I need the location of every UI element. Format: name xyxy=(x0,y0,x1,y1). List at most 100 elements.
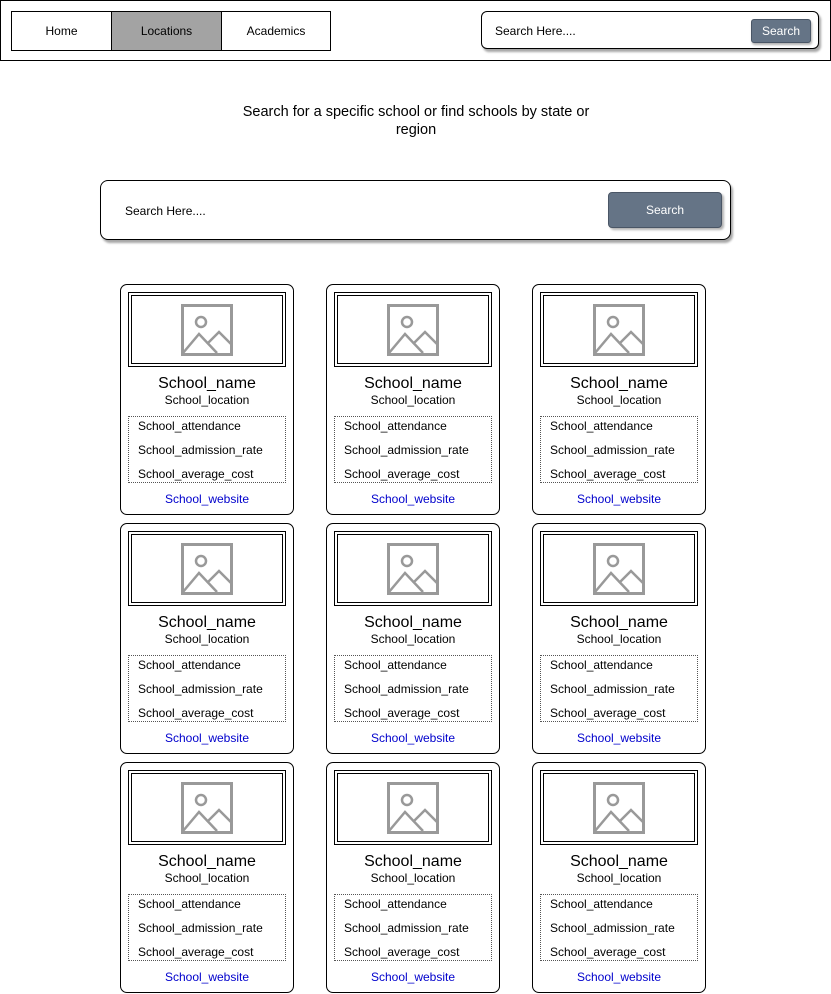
school-name: School_name xyxy=(158,614,256,631)
school-stats: School_attendance School_admission_rate … xyxy=(128,416,286,483)
school-location: School_location xyxy=(164,393,250,407)
school-website-link[interactable]: School_website xyxy=(533,731,705,745)
school-admission-rate: School_admission_rate xyxy=(138,443,263,457)
school-stats: School_attendance School_admission_rate … xyxy=(334,894,492,961)
header-search-box[interactable]: Search Here.... Search xyxy=(481,11,819,49)
image-placeholder-icon xyxy=(593,781,645,834)
school-admission-rate: School_admission_rate xyxy=(550,682,675,696)
main-search-input[interactable]: Search Here.... xyxy=(125,204,206,218)
school-average-cost: School_average_cost xyxy=(550,706,666,720)
nav-tabs: Home Locations Academics xyxy=(11,11,331,51)
school-name: School_name xyxy=(570,614,668,631)
image-placeholder-icon xyxy=(181,781,233,834)
image-placeholder-icon xyxy=(593,303,645,356)
school-image xyxy=(334,770,492,845)
school-website-link[interactable]: School_website xyxy=(533,970,705,984)
school-average-cost: School_average_cost xyxy=(550,467,666,481)
school-image xyxy=(128,531,286,606)
school-name: School_name xyxy=(364,614,462,631)
school-card[interactable]: School_name School_location School_atten… xyxy=(120,762,294,993)
school-attendance: School_attendance xyxy=(550,897,653,911)
school-location: School_location xyxy=(576,871,662,885)
school-website-link[interactable]: School_website xyxy=(327,492,499,506)
school-attendance: School_attendance xyxy=(550,419,653,433)
image-placeholder-icon xyxy=(181,542,233,595)
school-name: School_name xyxy=(364,375,462,392)
school-average-cost: School_average_cost xyxy=(138,706,254,720)
school-location: School_location xyxy=(576,393,662,407)
school-stats: School_attendance School_admission_rate … xyxy=(540,894,698,961)
school-stats: School_attendance School_admission_rate … xyxy=(334,416,492,483)
school-website-link[interactable]: School_website xyxy=(327,731,499,745)
school-attendance: School_attendance xyxy=(344,658,447,672)
school-admission-rate: School_admission_rate xyxy=(138,682,263,696)
school-card[interactable]: School_name School_location School_atten… xyxy=(532,523,706,754)
school-website-link[interactable]: School_website xyxy=(533,492,705,506)
school-location: School_location xyxy=(370,632,456,646)
school-image xyxy=(334,292,492,367)
school-website-link[interactable]: School_website xyxy=(121,970,293,984)
school-card-grid: School_name School_location School_atten… xyxy=(120,284,707,993)
school-average-cost: School_average_cost xyxy=(550,945,666,959)
top-navigation-bar: Home Locations Academics Search Here....… xyxy=(0,0,831,61)
school-location: School_location xyxy=(164,871,250,885)
school-card[interactable]: School_name School_location School_atten… xyxy=(532,762,706,993)
school-average-cost: School_average_cost xyxy=(344,467,460,481)
header-search-button[interactable]: Search xyxy=(751,19,811,43)
school-stats: School_attendance School_admission_rate … xyxy=(334,655,492,722)
school-website-link[interactable]: School_website xyxy=(121,492,293,506)
school-image xyxy=(540,292,698,367)
school-website-link[interactable]: School_website xyxy=(121,731,293,745)
image-placeholder-icon xyxy=(593,542,645,595)
tab-home[interactable]: Home xyxy=(12,12,111,50)
school-card[interactable]: School_name School_location School_atten… xyxy=(532,284,706,515)
school-stats: School_attendance School_admission_rate … xyxy=(128,655,286,722)
school-card[interactable]: School_name School_location School_atten… xyxy=(120,284,294,515)
school-admission-rate: School_admission_rate xyxy=(344,443,469,457)
tab-locations[interactable]: Locations xyxy=(111,12,221,50)
school-location: School_location xyxy=(370,871,456,885)
image-placeholder-icon xyxy=(387,542,439,595)
image-placeholder-icon xyxy=(181,303,233,356)
tab-academics[interactable]: Academics xyxy=(221,12,330,50)
school-image xyxy=(128,770,286,845)
school-image xyxy=(128,292,286,367)
school-name: School_name xyxy=(364,853,462,870)
school-admission-rate: School_admission_rate xyxy=(344,921,469,935)
school-website-link[interactable]: School_website xyxy=(327,970,499,984)
school-name: School_name xyxy=(570,853,668,870)
school-admission-rate: School_admission_rate xyxy=(550,921,675,935)
school-attendance: School_attendance xyxy=(138,658,241,672)
page-headline: Search for a specific school or find sch… xyxy=(242,104,590,138)
school-attendance: School_attendance xyxy=(138,419,241,433)
main-search-button[interactable]: Search xyxy=(608,192,722,228)
header-search-input[interactable]: Search Here.... xyxy=(495,24,576,38)
main-search-box[interactable]: Search Here.... Search xyxy=(100,180,731,240)
school-attendance: School_attendance xyxy=(550,658,653,672)
school-average-cost: School_average_cost xyxy=(138,467,254,481)
school-location: School_location xyxy=(370,393,456,407)
image-placeholder-icon xyxy=(387,781,439,834)
school-stats: School_attendance School_admission_rate … xyxy=(540,655,698,722)
school-attendance: School_attendance xyxy=(344,419,447,433)
school-attendance: School_attendance xyxy=(344,897,447,911)
school-admission-rate: School_admission_rate xyxy=(550,443,675,457)
school-name: School_name xyxy=(158,853,256,870)
school-image xyxy=(540,531,698,606)
school-average-cost: School_average_cost xyxy=(344,945,460,959)
school-card[interactable]: School_name School_location School_atten… xyxy=(326,762,500,993)
school-name: School_name xyxy=(158,375,256,392)
school-attendance: School_attendance xyxy=(138,897,241,911)
school-stats: School_attendance School_admission_rate … xyxy=(128,894,286,961)
school-average-cost: School_average_cost xyxy=(138,945,254,959)
school-image xyxy=(334,531,492,606)
school-card[interactable]: School_name School_location School_atten… xyxy=(326,523,500,754)
school-stats: School_attendance School_admission_rate … xyxy=(540,416,698,483)
school-admission-rate: School_admission_rate xyxy=(344,682,469,696)
image-placeholder-icon xyxy=(387,303,439,356)
school-average-cost: School_average_cost xyxy=(344,706,460,720)
school-name: School_name xyxy=(570,375,668,392)
school-card[interactable]: School_name School_location School_atten… xyxy=(120,523,294,754)
school-location: School_location xyxy=(164,632,250,646)
school-card[interactable]: School_name School_location School_atten… xyxy=(326,284,500,515)
